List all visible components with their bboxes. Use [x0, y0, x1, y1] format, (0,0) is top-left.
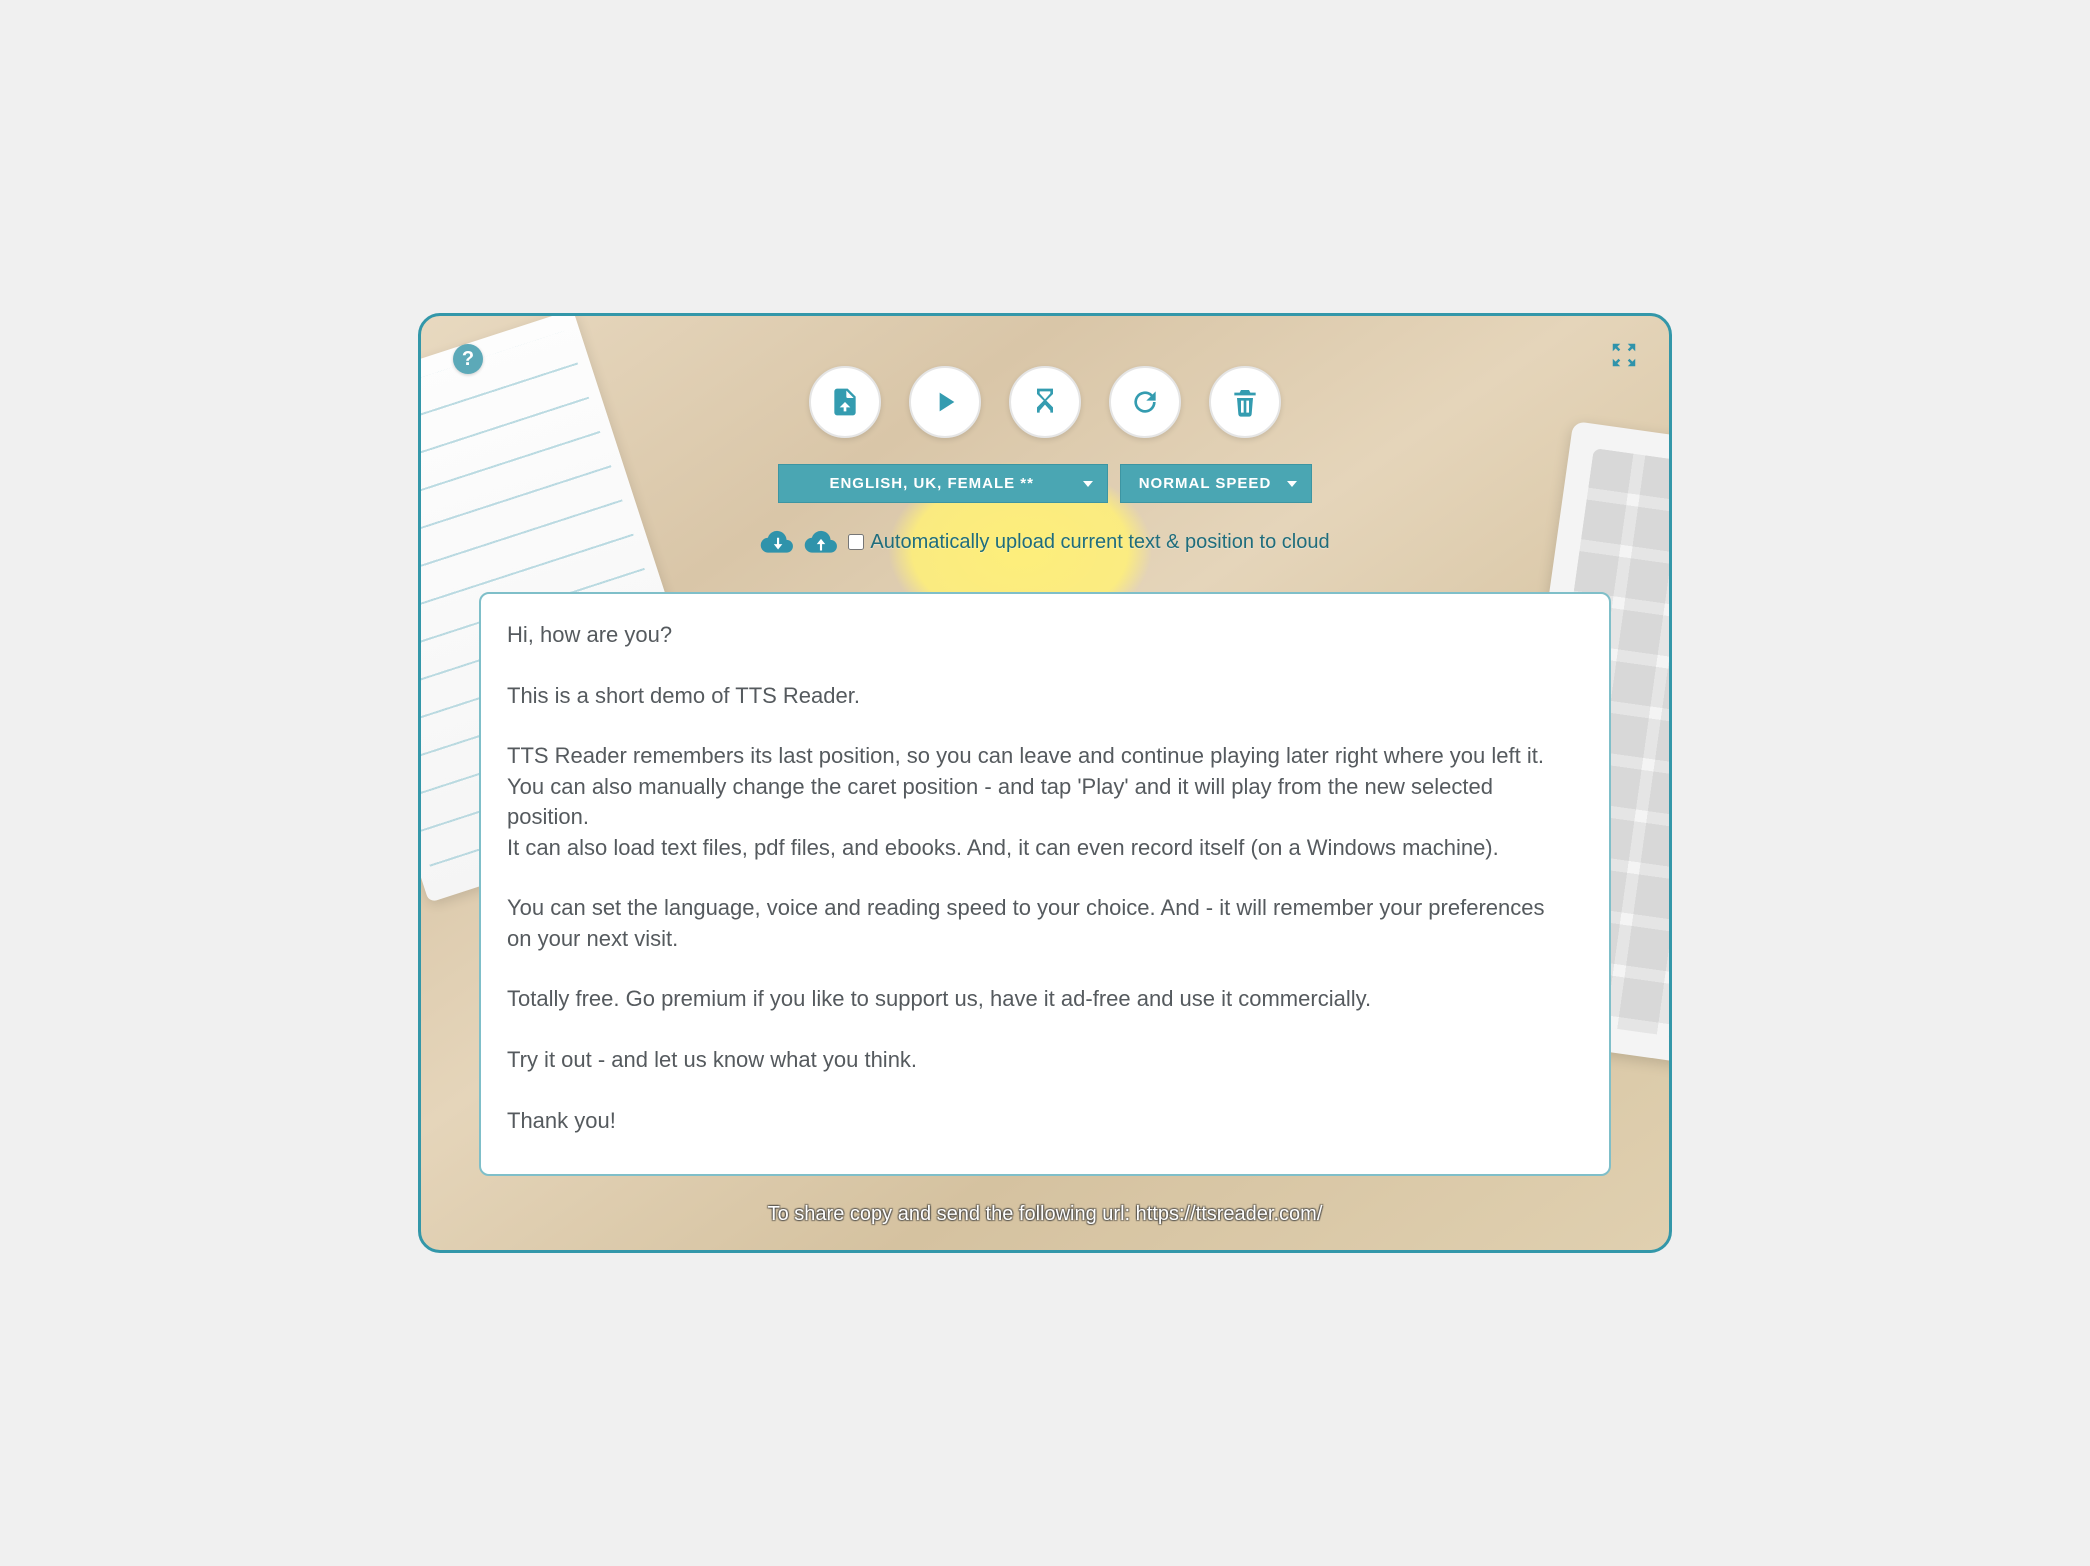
speed-select-value: Normal Speed — [1139, 475, 1272, 492]
voice-select-value: English, UK, Female ** — [829, 475, 1034, 492]
text-panel[interactable]: Hi, how are you? This is a short demo of… — [479, 592, 1611, 1176]
reset-button[interactable] — [1109, 366, 1181, 438]
cloud-upload-button[interactable] — [804, 528, 838, 556]
play-button[interactable] — [909, 366, 981, 438]
clear-button[interactable] — [1209, 366, 1281, 438]
cloud-upload-icon — [804, 528, 838, 556]
refresh-icon — [1129, 386, 1161, 418]
play-icon — [929, 386, 961, 418]
trash-icon — [1229, 386, 1261, 418]
voice-select[interactable]: English, UK, Female ** — [778, 464, 1108, 503]
hourglass-icon — [1029, 386, 1061, 418]
main-toolbar — [421, 366, 1669, 438]
auto-upload-checkbox[interactable] — [848, 534, 864, 550]
auto-upload-option[interactable]: Automatically upload current text & posi… — [848, 531, 1329, 554]
app-frame: ? English, UK, Female ** Normal Speed — [418, 313, 1672, 1253]
speed-select[interactable]: Normal Speed — [1120, 464, 1313, 503]
timer-button[interactable] — [1009, 366, 1081, 438]
cloud-download-button[interactable] — [760, 528, 794, 556]
selects-row: English, UK, Female ** Normal Speed — [421, 464, 1669, 503]
cloud-download-icon — [760, 528, 794, 556]
auto-upload-label: Automatically upload current text & posi… — [870, 531, 1329, 554]
share-url-line: To share copy and send the following url… — [421, 1203, 1669, 1226]
cloud-row: Automatically upload current text & posi… — [421, 528, 1669, 556]
text-editor[interactable]: Hi, how are you? This is a short demo of… — [507, 620, 1573, 1148]
upload-file-button[interactable] — [809, 366, 881, 438]
file-upload-icon — [829, 386, 861, 418]
